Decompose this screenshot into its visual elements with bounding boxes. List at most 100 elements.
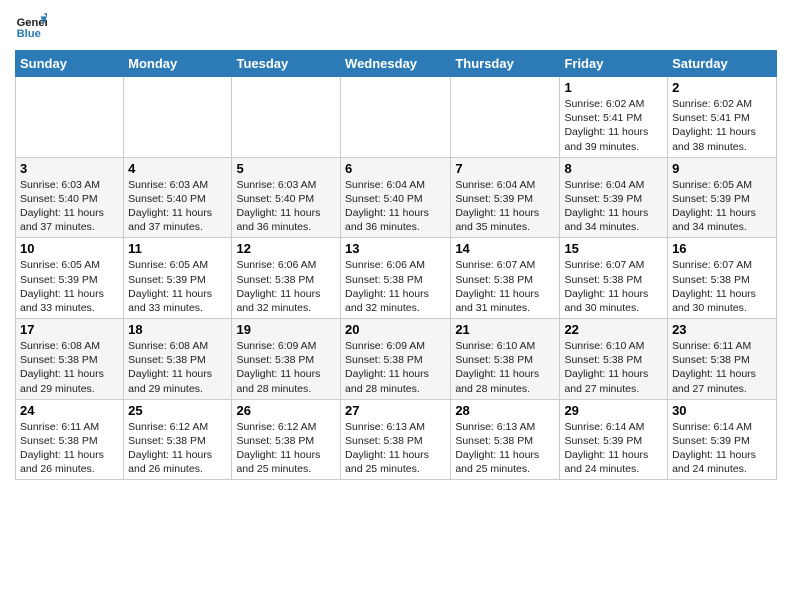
page-header: General Blue: [15, 10, 777, 42]
day-number: 27: [345, 403, 446, 418]
day-of-week-header: Saturday: [668, 51, 777, 77]
day-info: Sunrise: 6:02 AM Sunset: 5:41 PM Dayligh…: [564, 97, 663, 154]
day-number: 8: [564, 161, 663, 176]
day-number: 11: [128, 241, 227, 256]
calendar-week-row: 17Sunrise: 6:08 AM Sunset: 5:38 PM Dayli…: [16, 319, 777, 400]
day-number: 13: [345, 241, 446, 256]
day-number: 16: [672, 241, 772, 256]
day-info: Sunrise: 6:05 AM Sunset: 5:39 PM Dayligh…: [20, 258, 119, 315]
day-info: Sunrise: 6:03 AM Sunset: 5:40 PM Dayligh…: [128, 178, 227, 235]
calendar-cell: [16, 77, 124, 158]
calendar-cell: 14 Sunrise: 6:07 AM Sunset: 5:38 PM Dayli…: [451, 238, 560, 319]
calendar-cell: 19Sunrise: 6:09 AM Sunset: 5:38 PM Dayli…: [232, 319, 341, 400]
calendar-cell: 24 Sunrise: 6:11 AM Sunset: 5:38 PM Dayli…: [16, 399, 124, 480]
calendar-table: SundayMondayTuesdayWednesdayThursdayFrid…: [15, 50, 777, 480]
logo: General Blue: [15, 10, 47, 42]
calendar-cell: 18Sunrise: 6:08 AM Sunset: 5:38 PM Dayli…: [124, 319, 232, 400]
day-info: Sunrise: 6:03 AM Sunset: 5:40 PM Dayligh…: [20, 178, 119, 235]
calendar-week-row: 3 Sunrise: 6:03 AM Sunset: 5:40 PM Daylig…: [16, 157, 777, 238]
day-info: Sunrise: 6:14 AM Sunset: 5:39 PM Dayligh…: [564, 420, 663, 477]
day-info: Sunrise: 6:12 AM Sunset: 5:38 PM Dayligh…: [128, 420, 227, 477]
calendar-cell: 2 Sunrise: 6:02 AM Sunset: 5:41 PM Daylig…: [668, 77, 777, 158]
calendar-cell: 17Sunrise: 6:08 AM Sunset: 5:38 PM Dayli…: [16, 319, 124, 400]
calendar-cell: 11 Sunrise: 6:05 AM Sunset: 5:39 PM Dayli…: [124, 238, 232, 319]
day-of-week-header: Tuesday: [232, 51, 341, 77]
calendar-cell: 10 Sunrise: 6:05 AM Sunset: 5:39 PM Dayli…: [16, 238, 124, 319]
day-number: 20: [345, 322, 446, 337]
calendar-body: 1 Sunrise: 6:02 AM Sunset: 5:41 PM Daylig…: [16, 77, 777, 480]
day-number: 30: [672, 403, 772, 418]
calendar-cell: 12 Sunrise: 6:06 AM Sunset: 5:38 PM Dayli…: [232, 238, 341, 319]
day-number: 14: [455, 241, 555, 256]
day-info: Sunrise: 6:07 AM Sunset: 5:38 PM Dayligh…: [564, 258, 663, 315]
day-of-week-header: Friday: [560, 51, 668, 77]
calendar-cell: 1 Sunrise: 6:02 AM Sunset: 5:41 PM Daylig…: [560, 77, 668, 158]
day-number: 29: [564, 403, 663, 418]
day-of-week-header: Monday: [124, 51, 232, 77]
calendar-cell: 27Sunrise: 6:13 AM Sunset: 5:38 PM Dayli…: [341, 399, 451, 480]
day-number: 2: [672, 80, 772, 95]
calendar-cell: 7 Sunrise: 6:04 AM Sunset: 5:39 PM Daylig…: [451, 157, 560, 238]
day-info: Sunrise: 6:11 AM Sunset: 5:38 PM Dayligh…: [20, 420, 119, 477]
day-info: Sunrise: 6:04 AM Sunset: 5:39 PM Dayligh…: [455, 178, 555, 235]
svg-text:Blue: Blue: [17, 28, 41, 40]
calendar-cell: 4 Sunrise: 6:03 AM Sunset: 5:40 PM Daylig…: [124, 157, 232, 238]
day-number: 5: [236, 161, 336, 176]
day-number: 15: [564, 241, 663, 256]
day-number: 12: [236, 241, 336, 256]
day-info: Sunrise: 6:03 AM Sunset: 5:40 PM Dayligh…: [236, 178, 336, 235]
day-info: Sunrise: 6:07 AM Sunset: 5:38 PM Dayligh…: [672, 258, 772, 315]
day-number: 24: [20, 403, 119, 418]
day-number: 1: [564, 80, 663, 95]
calendar-week-row: 24 Sunrise: 6:11 AM Sunset: 5:38 PM Dayli…: [16, 399, 777, 480]
day-number: 19: [236, 322, 336, 337]
calendar-cell: 29 Sunrise: 6:14 AM Sunset: 5:39 PM Dayli…: [560, 399, 668, 480]
day-info: Sunrise: 6:14 AM Sunset: 5:39 PM Dayligh…: [672, 420, 772, 477]
calendar-week-row: 10 Sunrise: 6:05 AM Sunset: 5:39 PM Dayli…: [16, 238, 777, 319]
calendar-cell: 30 Sunrise: 6:14 AM Sunset: 5:39 PM Dayli…: [668, 399, 777, 480]
day-of-week-header: Wednesday: [341, 51, 451, 77]
calendar-cell: [341, 77, 451, 158]
calendar-cell: 5 Sunrise: 6:03 AM Sunset: 5:40 PM Daylig…: [232, 157, 341, 238]
day-number: 10: [20, 241, 119, 256]
calendar-cell: [124, 77, 232, 158]
day-number: 4: [128, 161, 227, 176]
calendar-cell: 22 Sunrise: 6:10 AM Sunset: 5:38 PM Dayli…: [560, 319, 668, 400]
day-info: Sunrise: 6:07 AM Sunset: 5:38 PM Dayligh…: [455, 258, 555, 315]
day-number: 7: [455, 161, 555, 176]
day-info: Sunrise: 6:11 AM Sunset: 5:38 PM Dayligh…: [672, 339, 772, 396]
day-number: 23: [672, 322, 772, 337]
day-number: 9: [672, 161, 772, 176]
calendar-cell: 6Sunrise: 6:04 AM Sunset: 5:40 PM Daylig…: [341, 157, 451, 238]
calendar-cell: 25 Sunrise: 6:12 AM Sunset: 5:38 PM Dayli…: [124, 399, 232, 480]
day-info: Sunrise: 6:08 AM Sunset: 5:38 PM Dayligh…: [128, 339, 227, 396]
day-info: Sunrise: 6:10 AM Sunset: 5:38 PM Dayligh…: [455, 339, 555, 396]
day-info: Sunrise: 6:13 AM Sunset: 5:38 PM Dayligh…: [455, 420, 555, 477]
calendar-cell: [232, 77, 341, 158]
calendar-cell: 9Sunrise: 6:05 AM Sunset: 5:39 PM Daylig…: [668, 157, 777, 238]
day-info: Sunrise: 6:06 AM Sunset: 5:38 PM Dayligh…: [345, 258, 446, 315]
calendar-cell: [451, 77, 560, 158]
day-info: Sunrise: 6:09 AM Sunset: 5:38 PM Dayligh…: [345, 339, 446, 396]
day-info: Sunrise: 6:04 AM Sunset: 5:39 PM Dayligh…: [564, 178, 663, 235]
day-info: Sunrise: 6:05 AM Sunset: 5:39 PM Dayligh…: [128, 258, 227, 315]
day-of-week-header: Sunday: [16, 51, 124, 77]
day-number: 25: [128, 403, 227, 418]
calendar-cell: 26Sunrise: 6:12 AM Sunset: 5:38 PM Dayli…: [232, 399, 341, 480]
day-info: Sunrise: 6:10 AM Sunset: 5:38 PM Dayligh…: [564, 339, 663, 396]
day-info: Sunrise: 6:08 AM Sunset: 5:38 PM Dayligh…: [20, 339, 119, 396]
day-info: Sunrise: 6:06 AM Sunset: 5:38 PM Dayligh…: [236, 258, 336, 315]
calendar-cell: 21 Sunrise: 6:10 AM Sunset: 5:38 PM Dayli…: [451, 319, 560, 400]
calendar-cell: 20 Sunrise: 6:09 AM Sunset: 5:38 PM Dayli…: [341, 319, 451, 400]
calendar-cell: 13 Sunrise: 6:06 AM Sunset: 5:38 PM Dayli…: [341, 238, 451, 319]
calendar-week-row: 1 Sunrise: 6:02 AM Sunset: 5:41 PM Daylig…: [16, 77, 777, 158]
calendar-cell: 15 Sunrise: 6:07 AM Sunset: 5:38 PM Dayli…: [560, 238, 668, 319]
day-info: Sunrise: 6:02 AM Sunset: 5:41 PM Dayligh…: [672, 97, 772, 154]
day-number: 21: [455, 322, 555, 337]
calendar-cell: 3 Sunrise: 6:03 AM Sunset: 5:40 PM Daylig…: [16, 157, 124, 238]
calendar-cell: 16 Sunrise: 6:07 AM Sunset: 5:38 PM Dayli…: [668, 238, 777, 319]
calendar-cell: 23 Sunrise: 6:11 AM Sunset: 5:38 PM Dayli…: [668, 319, 777, 400]
logo-icon: General Blue: [15, 10, 47, 42]
day-number: 3: [20, 161, 119, 176]
day-number: 22: [564, 322, 663, 337]
